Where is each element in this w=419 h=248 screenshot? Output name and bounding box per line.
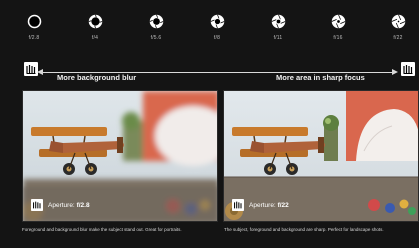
aperture-label: f/5.6: [150, 35, 162, 41]
aperture-scale-row: f/2.8 f/4 f/5.6 f/8 f/11 f/16 f/22: [0, 14, 419, 54]
aperture-f2-8: f/2.8: [14, 14, 54, 54]
aperture-readout-value: f/22: [277, 202, 289, 209]
scene-mode-icon: [24, 62, 38, 76]
aperture-readout-label: Aperture:: [249, 202, 276, 209]
aperture-readout-value: f/2.8: [76, 202, 90, 209]
aperture-icon: [271, 14, 285, 29]
aperture-f22: f/22: [378, 14, 418, 54]
caption-deep-depth: The subject, foreground and background a…: [224, 227, 384, 232]
scene-mode-icon: [31, 199, 43, 211]
more-focus-label: More area in sharp focus: [276, 73, 365, 82]
aperture-label: f/4: [91, 35, 99, 41]
closed-circle-icon: [27, 14, 41, 29]
aperture-f4: f/4: [75, 14, 115, 54]
aperture-icon: [149, 14, 163, 29]
aperture-icon: [391, 14, 405, 29]
aperture-icon: [210, 14, 224, 29]
aperture-icon: [88, 14, 102, 29]
aperture-label: f/11: [273, 35, 283, 41]
aperture-readout-label: Aperture:: [48, 202, 75, 209]
scene-mode-icon: [232, 199, 244, 211]
aperture-f16: f/16: [318, 14, 358, 54]
photo-deep-depth: Aperture: f/22: [223, 90, 419, 222]
caption-shallow-depth: Foreground and background blur make the …: [22, 227, 182, 232]
aperture-label: f/2.8: [28, 35, 40, 41]
aperture-icon: [331, 14, 345, 29]
arrow-left-icon: [37, 69, 43, 75]
aperture-f8: f/8: [197, 14, 237, 54]
scene-mode-icon: [401, 62, 415, 76]
aperture-label: f/8: [213, 35, 221, 41]
photo-shallow-depth: Aperture: f/2.8: [22, 90, 218, 222]
arrow-right-icon: [392, 69, 398, 75]
aperture-f5-6: f/5.6: [136, 14, 176, 54]
more-blur-label: More background blur: [57, 73, 137, 82]
aperture-f11: f/11: [258, 14, 298, 54]
aperture-label: f/22: [393, 35, 403, 41]
depth-of-field-scale: More background blur More area in sharp …: [0, 58, 419, 88]
aperture-label: f/16: [333, 35, 343, 41]
